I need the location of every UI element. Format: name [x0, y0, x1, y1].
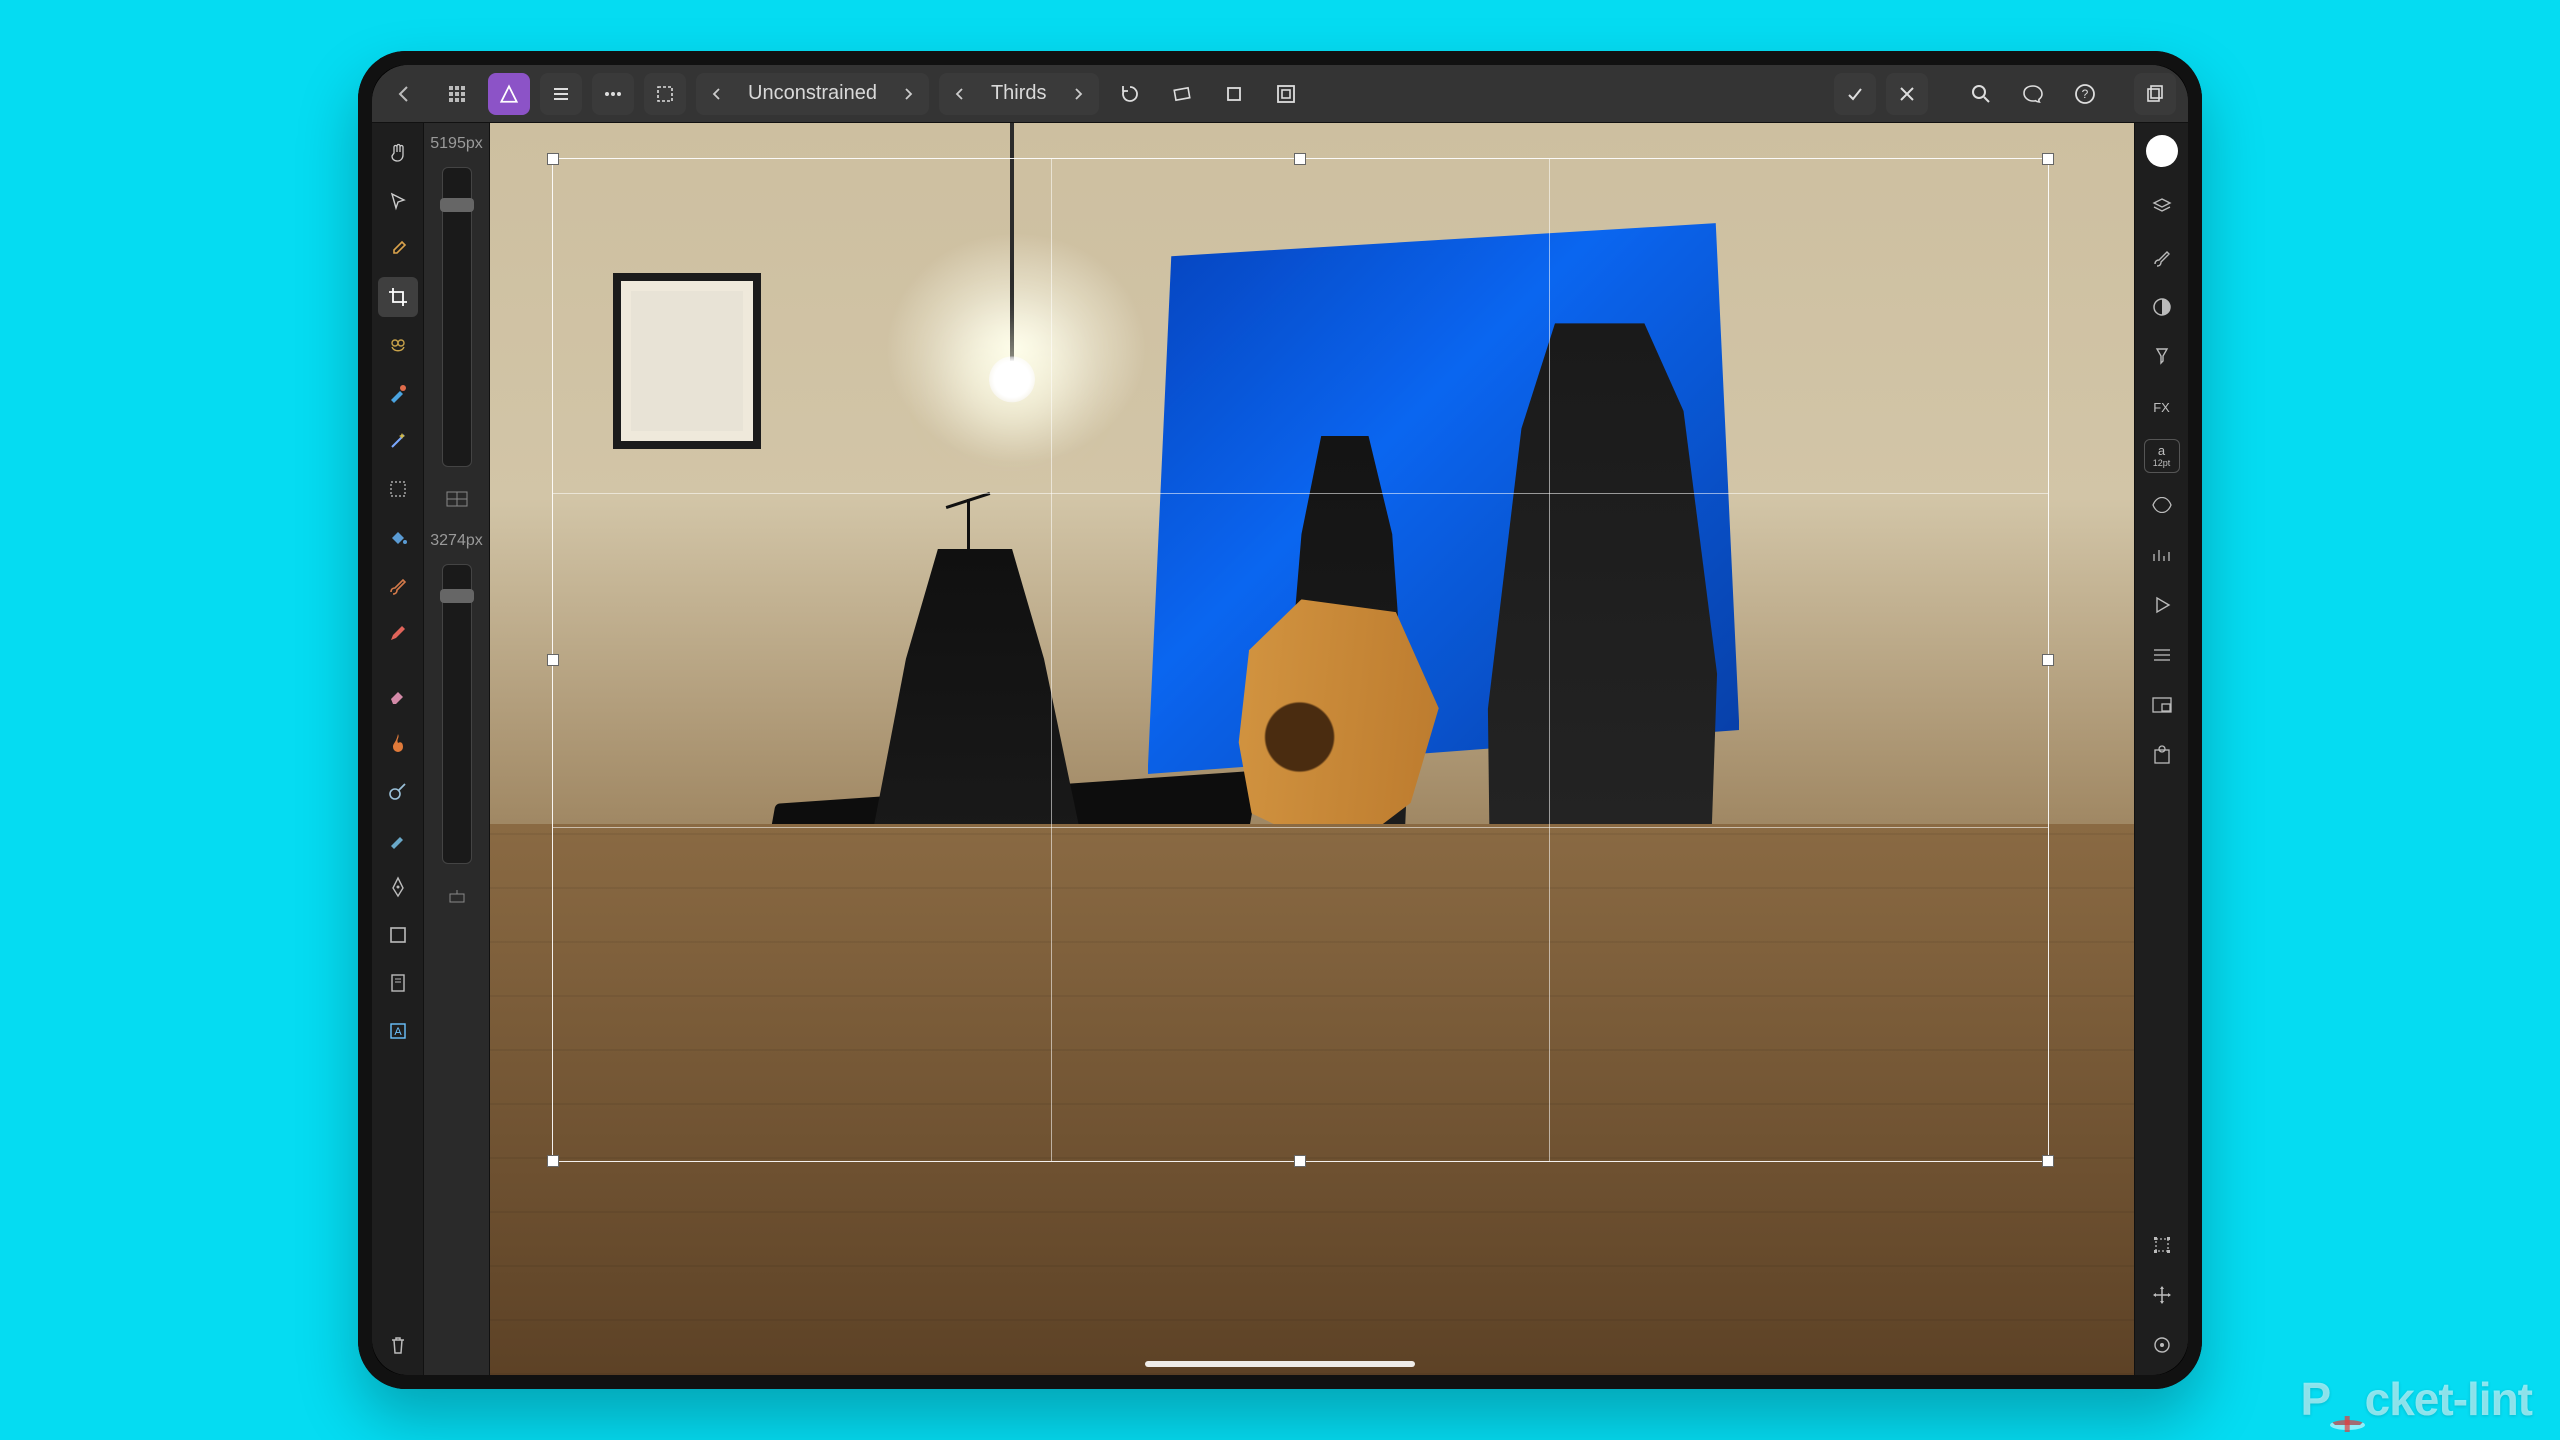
overlay-prev-button[interactable] [943, 73, 977, 115]
back-button[interactable] [384, 73, 426, 115]
fx-studio[interactable]: FX [2144, 389, 2180, 425]
apply-button[interactable] [1834, 73, 1876, 115]
live-filters-studio[interactable] [2144, 339, 2180, 375]
overlay-cycle-button[interactable] [445, 489, 469, 514]
export-studio[interactable] [2144, 737, 2180, 773]
overlay-selector[interactable]: Thirds [939, 73, 1099, 115]
history-studio[interactable] [2144, 637, 2180, 673]
ipad-frame: Unconstrained Thirds [358, 51, 2202, 1389]
app-screen: Unconstrained Thirds [372, 65, 2188, 1375]
crop-height-value: 3274px [430, 532, 483, 550]
dodge-tool[interactable] [378, 771, 418, 811]
owl-selection-tool[interactable] [378, 325, 418, 365]
photo-shoes [1526, 1200, 1723, 1263]
eraser-tool[interactable] [378, 675, 418, 715]
pt-bottom: 12pt [2153, 459, 2171, 468]
fx-label: FX [2153, 401, 2170, 414]
overlay-next-button[interactable] [1061, 73, 1095, 115]
overlay-label[interactable]: Thirds [977, 82, 1061, 105]
crop-tool[interactable] [378, 277, 418, 317]
heal-brush-tool[interactable] [378, 373, 418, 413]
brushes-studio[interactable] [2144, 239, 2180, 275]
layers-studio[interactable] [2144, 189, 2180, 225]
text-styles-studio[interactable]: a 12pt [2144, 439, 2180, 473]
crop-height-slider[interactable] [442, 564, 472, 864]
crop-handle-mr[interactable] [2042, 654, 2054, 666]
canvas[interactable] [490, 123, 2134, 1375]
hand-tool[interactable] [378, 133, 418, 173]
macros-studio[interactable] [2144, 587, 2180, 623]
nudge-studio[interactable] [2144, 1277, 2180, 1313]
artistic-text-tool[interactable]: A [378, 1011, 418, 1051]
stock-studio[interactable] [2144, 537, 2180, 573]
crop-handle-bl[interactable] [547, 1155, 559, 1167]
burn-tool[interactable] [378, 723, 418, 763]
text-frame-tool[interactable] [378, 963, 418, 1003]
crop-width-value: 5195px [430, 135, 483, 153]
navigator-studio[interactable] [2144, 687, 2180, 723]
grid-line [1549, 159, 1550, 1161]
zoom-button[interactable] [1960, 73, 2002, 115]
flood-fill-tool[interactable] [378, 517, 418, 557]
move-tool[interactable] [378, 181, 418, 221]
crop-handle-tm[interactable] [1294, 153, 1306, 165]
documents-button[interactable] [2134, 73, 2176, 115]
studio-sidebar: FX a 12pt [2134, 123, 2188, 1375]
ratio-next-button[interactable] [891, 73, 925, 115]
help-button[interactable]: ? [2064, 73, 2106, 115]
pencil-tool[interactable] [378, 613, 418, 653]
trash-button[interactable] [378, 1325, 418, 1365]
grid-line [1051, 159, 1052, 1161]
crop-rectangle[interactable] [552, 158, 2048, 1162]
magic-wand-tool[interactable] [378, 421, 418, 461]
cancel-button[interactable] [1886, 73, 1928, 115]
ratio-label[interactable]: Unconstrained [734, 82, 891, 105]
crop-width-slider[interactable] [442, 167, 472, 467]
grid-line [553, 827, 2047, 828]
ratio-prev-button[interactable] [700, 73, 734, 115]
rotate-button[interactable] [1109, 73, 1151, 115]
straighten-button[interactable] [1161, 73, 1203, 115]
color-swatch[interactable] [2146, 135, 2178, 167]
snap-toggle-button[interactable] [446, 886, 468, 913]
crop-dimension-panel: 5195px 3274px [424, 123, 490, 1375]
crop-handle-tl[interactable] [547, 153, 559, 165]
crop-to-bounds-button[interactable] [1213, 73, 1255, 115]
crop-handle-tr[interactable] [2042, 153, 2054, 165]
home-grid-button[interactable] [436, 73, 478, 115]
crop-handle-ml[interactable] [547, 654, 559, 666]
shape-tool[interactable] [378, 915, 418, 955]
top-toolbar: Unconstrained Thirds [372, 65, 2188, 123]
snapping-studio[interactable] [2144, 1327, 2180, 1363]
svg-text:?: ? [2082, 87, 2089, 101]
main-area: A 5195px 3274px [372, 123, 2188, 1375]
pt-top: a [2158, 444, 2165, 457]
svg-text:A: A [394, 1026, 402, 1038]
home-indicator [1145, 1361, 1415, 1367]
assistant-button[interactable] [2012, 73, 2054, 115]
more-menu-button[interactable] [592, 73, 634, 115]
watermark: Pcket-lint [2300, 1372, 2532, 1426]
crop-handle-br[interactable] [2042, 1155, 2054, 1167]
selection-mode-button[interactable] [644, 73, 686, 115]
tool-sidebar: A [372, 123, 424, 1375]
aspect-ratio-selector[interactable]: Unconstrained [696, 73, 929, 115]
grid-line [553, 493, 2047, 494]
paint-brush-tool[interactable] [378, 565, 418, 605]
marquee-tool[interactable] [378, 469, 418, 509]
main-menu-button[interactable] [540, 73, 582, 115]
pen-tool[interactable] [378, 867, 418, 907]
canvas-clip-button[interactable] [1265, 73, 1307, 115]
adjustments-studio[interactable] [2144, 289, 2180, 325]
smudge-tool[interactable] [378, 819, 418, 859]
color-picker-tool[interactable] [378, 229, 418, 269]
crop-handle-bm[interactable] [1294, 1155, 1306, 1167]
channels-studio[interactable] [2144, 487, 2180, 523]
photo-persona-button[interactable] [488, 73, 530, 115]
transform-studio[interactable] [2144, 1227, 2180, 1263]
